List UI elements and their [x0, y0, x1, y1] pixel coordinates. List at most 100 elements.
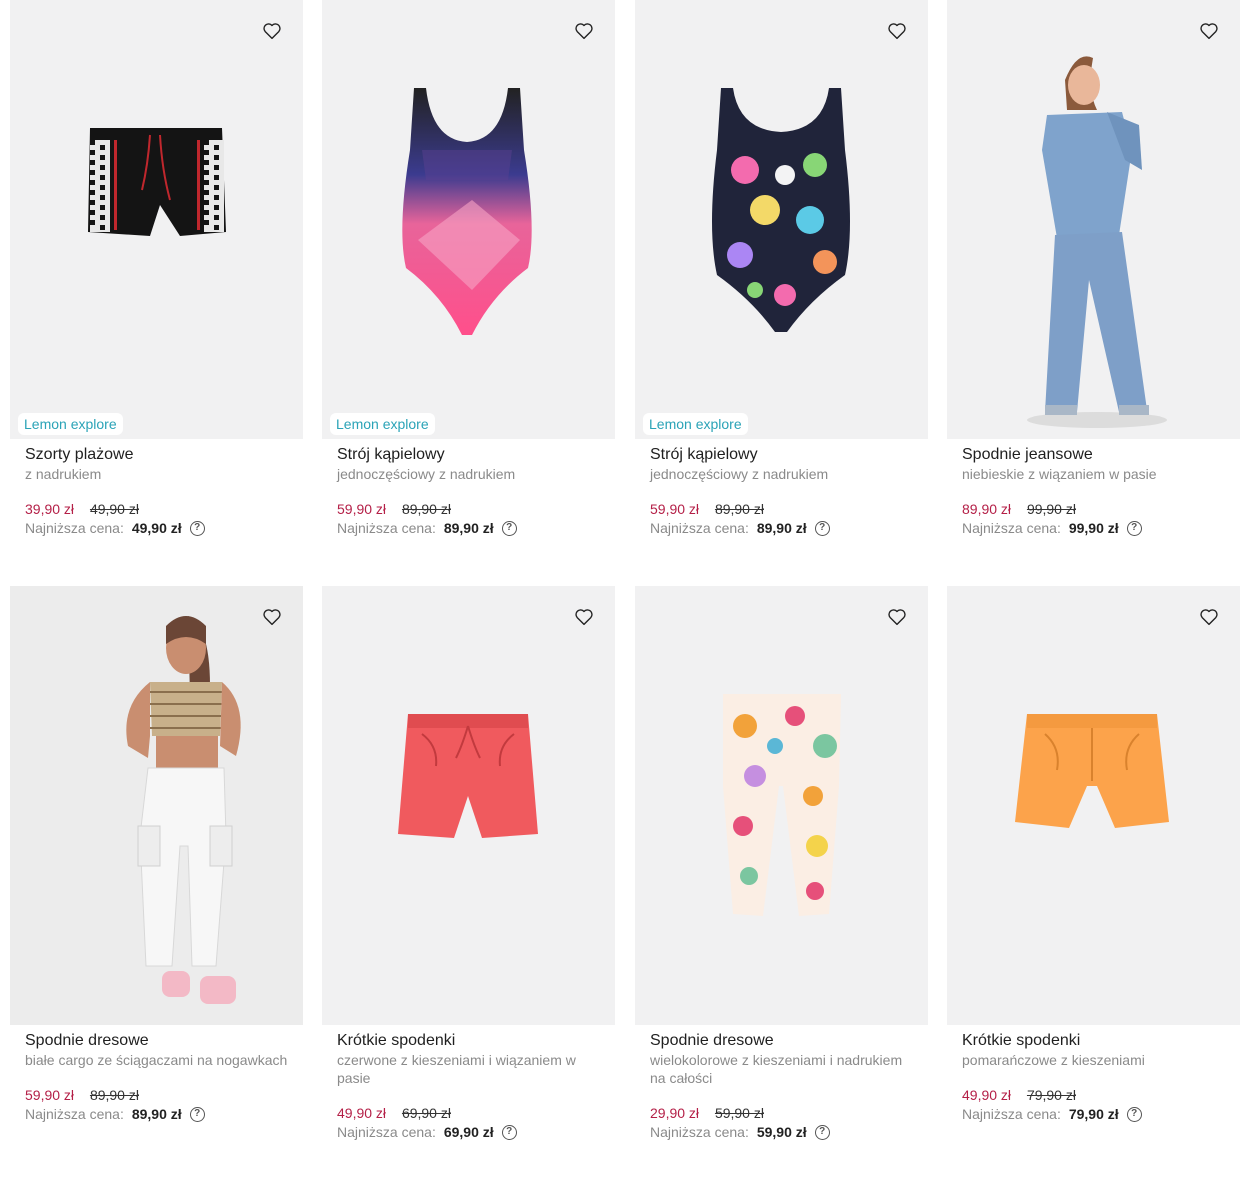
collection-badge: Lemon explore	[643, 413, 748, 435]
sale-price: 49,90 zł	[962, 1087, 1012, 1103]
question-circle-icon[interactable]: ?	[501, 1124, 517, 1140]
price-row: 59,90 zł 89,90 zł	[25, 1087, 288, 1104]
product-title[interactable]: Krótkie spodenki	[337, 1031, 600, 1051]
question-circle-icon[interactable]: ?	[814, 1124, 830, 1140]
sale-price: 59,90 zł	[337, 501, 387, 517]
black-shorts-image	[88, 128, 226, 236]
sale-price: 39,90 zł	[25, 501, 75, 517]
lowest-price-row: Najniższa cena: 69,90 zł ?	[337, 1123, 600, 1141]
price-row: 29,90 zł 59,90 zł	[650, 1105, 913, 1122]
product-image[interactable]	[947, 586, 1240, 1025]
lowest-price-row: Najniższa cena: 99,90 zł ?	[962, 519, 1225, 537]
product-subtitle: niebieskie z wiązaniem w pasie	[962, 466, 1157, 482]
lowest-price-label: Najniższa cena:	[962, 520, 1061, 536]
product-subtitle: z nadrukiem	[25, 466, 102, 482]
original-price: 59,90 zł	[714, 1105, 764, 1121]
sale-price: 59,90 zł	[25, 1087, 75, 1103]
product-image[interactable]: Lemon explore	[635, 0, 928, 439]
model-cargo-image	[126, 616, 241, 1004]
original-price: 89,90 zł	[401, 501, 451, 517]
product-card[interactable]: Krótkie spodenki pomarańczowe z kieszeni…	[947, 586, 1240, 1123]
original-price: 99,90 zł	[1026, 501, 1076, 517]
lowest-price-label: Najniższa cena:	[25, 520, 124, 536]
heart-outline-icon[interactable]	[573, 606, 595, 628]
product-card[interactable]: Lemon explore Szorty plażowe z nadrukiem…	[10, 0, 303, 537]
lowest-price-label: Najniższa cena:	[337, 1124, 436, 1140]
product-image[interactable]	[322, 586, 615, 1025]
question-circle-icon[interactable]: ?	[1126, 1106, 1142, 1122]
patterned-swimsuit-image	[712, 88, 850, 332]
product-title[interactable]: Spodnie dresowe	[650, 1031, 913, 1051]
product-card[interactable]: Spodnie jeansowe niebieskie z wiązaniem …	[947, 0, 1240, 537]
lowest-price-label: Najniższa cena:	[650, 1124, 749, 1140]
lowest-price-value: 89,90 zł	[443, 520, 494, 536]
product-title[interactable]: Spodnie jeansowe	[962, 445, 1225, 465]
heart-outline-icon[interactable]	[261, 20, 283, 42]
original-price: 89,90 zł	[89, 1087, 139, 1103]
original-price: 49,90 zł	[89, 501, 139, 517]
red-shorts-image	[398, 714, 538, 838]
question-circle-icon[interactable]: ?	[189, 520, 205, 536]
floral-leggings-image	[723, 694, 841, 916]
product-image[interactable]	[635, 586, 928, 1025]
lowest-price-value: 79,90 zł	[1068, 1106, 1119, 1122]
original-price: 79,90 zł	[1026, 1087, 1076, 1103]
product-subtitle: wielokolorowe z kieszeniami i nadrukiem …	[650, 1052, 903, 1086]
product-subtitle: jednoczęściowy z nadrukiem	[650, 466, 829, 482]
lowest-price-value: 59,90 zł	[756, 1124, 807, 1140]
lowest-price-row: Najniższa cena: 49,90 zł ?	[25, 519, 288, 537]
original-price: 89,90 zł	[714, 501, 764, 517]
model-jeans-image	[1027, 56, 1167, 428]
heart-outline-icon[interactable]	[261, 606, 283, 628]
sale-price: 29,90 zł	[650, 1105, 700, 1121]
product-subtitle: czerwone z kieszeniami i wiązaniem w pas…	[337, 1052, 576, 1086]
lowest-price-row: Najniższa cena: 89,90 zł ?	[25, 1105, 288, 1123]
question-circle-icon[interactable]: ?	[189, 1106, 205, 1122]
lowest-price-value: 99,90 zł	[1068, 520, 1119, 536]
product-title[interactable]: Spodnie dresowe	[25, 1031, 288, 1051]
lowest-price-row: Najniższa cena: 79,90 zł ?	[962, 1105, 1225, 1123]
price-row: 89,90 zł 99,90 zł	[962, 501, 1225, 518]
price-row: 49,90 zł 69,90 zł	[337, 1105, 600, 1122]
lowest-price-value: 69,90 zł	[443, 1124, 494, 1140]
product-image[interactable]: Lemon explore	[10, 0, 303, 439]
price-row: 59,90 zł 89,90 zł	[650, 501, 913, 518]
lowest-price-row: Najniższa cena: 89,90 zł ?	[650, 519, 913, 537]
heart-outline-icon[interactable]	[573, 20, 595, 42]
product-subtitle: pomarańczowe z kieszeniami	[962, 1052, 1145, 1068]
product-card[interactable]: Lemon explore Strój kąpielowy jednoczęśc…	[635, 0, 928, 537]
lowest-price-value: 89,90 zł	[756, 520, 807, 536]
product-image[interactable]	[10, 586, 303, 1025]
sale-price: 49,90 zł	[337, 1105, 387, 1121]
pink-swimsuit-image	[402, 88, 532, 335]
question-circle-icon[interactable]: ?	[501, 520, 517, 536]
lowest-price-value: 49,90 zł	[131, 520, 182, 536]
product-card[interactable]: Spodnie dresowe białe cargo ze ściągacza…	[10, 586, 303, 1123]
lowest-price-row: Najniższa cena: 89,90 zł ?	[337, 519, 600, 537]
heart-outline-icon[interactable]	[886, 20, 908, 42]
product-subtitle: białe cargo ze ściągaczami na nogawkach	[25, 1052, 288, 1068]
product-card[interactable]: Lemon explore Strój kąpielowy jednoczęśc…	[322, 0, 615, 537]
question-circle-icon[interactable]: ?	[814, 520, 830, 536]
question-circle-icon[interactable]: ?	[1126, 520, 1142, 536]
heart-outline-icon[interactable]	[1198, 606, 1220, 628]
product-card[interactable]: Spodnie dresowe wielokolorowe z kieszeni…	[635, 586, 928, 1141]
lowest-price-row: Najniższa cena: 59,90 zł ?	[650, 1123, 913, 1141]
product-title[interactable]: Strój kąpielowy	[337, 445, 600, 465]
product-card[interactable]: Krótkie spodenki czerwone z kieszeniami …	[322, 586, 615, 1141]
product-title[interactable]: Krótkie spodenki	[962, 1031, 1225, 1051]
sale-price: 89,90 zł	[962, 501, 1012, 517]
collection-badge: Lemon explore	[18, 413, 123, 435]
collection-badge: Lemon explore	[330, 413, 435, 435]
heart-outline-icon[interactable]	[886, 606, 908, 628]
product-image[interactable]	[947, 0, 1240, 439]
price-row: 49,90 zł 79,90 zł	[962, 1087, 1225, 1104]
lowest-price-label: Najniższa cena:	[962, 1106, 1061, 1122]
product-title[interactable]: Strój kąpielowy	[650, 445, 913, 465]
heart-outline-icon[interactable]	[1198, 20, 1220, 42]
sale-price: 59,90 zł	[650, 501, 700, 517]
product-title[interactable]: Szorty plażowe	[25, 445, 288, 465]
product-subtitle: jednoczęściowy z nadrukiem	[337, 466, 516, 482]
product-image[interactable]: Lemon explore	[322, 0, 615, 439]
lowest-price-label: Najniższa cena:	[650, 520, 749, 536]
